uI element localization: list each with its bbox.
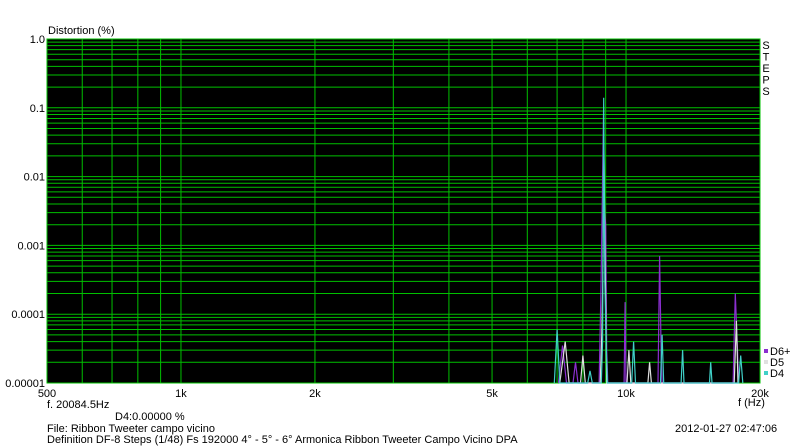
y-tick-label: 0.001: [17, 240, 45, 252]
x-tick-label: 10k: [617, 388, 635, 400]
y-tick-label: 0.1: [30, 103, 45, 115]
definition-line: Definition DF-8 Steps (1/48) Fs 192000 4…: [47, 434, 518, 446]
steps-letter: S: [762, 40, 769, 52]
distortion-chart: Distortion (%) 1.00.10.010.0010.00010.00…: [5, 25, 791, 409]
legend-label: D4: [770, 368, 784, 380]
steps-letter: E: [762, 63, 769, 75]
y-tick-label: 0.01: [24, 172, 45, 184]
legend: D6+D5D4: [764, 346, 791, 380]
cursor-value-readout: D4:0.00000 %: [115, 411, 185, 423]
timestamp: 2012-01-27 02:47:06: [675, 423, 778, 435]
x-tick-label: 2k: [309, 388, 321, 400]
steps-letter: T: [763, 52, 770, 64]
y-tick-label: 1.0: [30, 34, 45, 46]
x-axis-label: f (Hz): [738, 397, 765, 409]
legend-swatch: [764, 349, 768, 353]
cursor-frequency-readout: f. 20084.5Hz: [47, 399, 110, 411]
steps-letter: S: [762, 86, 769, 98]
legend-swatch: [764, 360, 768, 364]
x-tick-label: 1k: [175, 388, 187, 400]
y-axis-label: Distortion (%): [48, 25, 115, 37]
y-ticks: 1.00.10.010.0010.00010.00001: [5, 34, 45, 390]
steps-label: STEPS: [762, 40, 769, 98]
steps-letter: P: [762, 75, 769, 87]
x-tick-label: 5k: [486, 388, 498, 400]
x-ticks: 500 1k 2k 5k 10k 20k: [38, 388, 770, 400]
legend-swatch: [764, 371, 768, 375]
plot-area: [47, 39, 760, 383]
y-tick-label: 0.0001: [11, 309, 45, 321]
